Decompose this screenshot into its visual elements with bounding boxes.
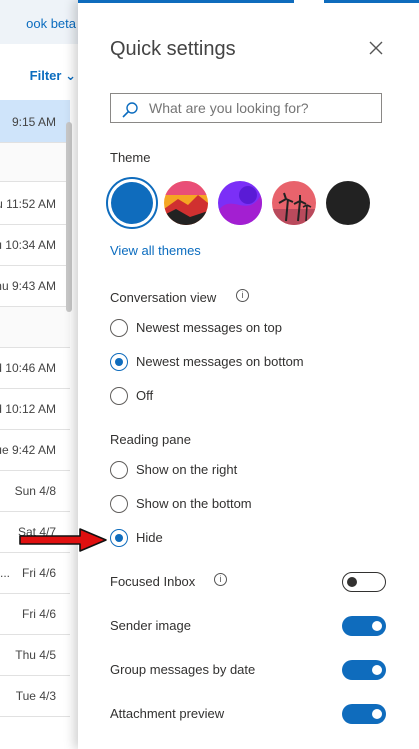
radio-label: Show on the bottom <box>136 496 252 511</box>
list-item[interactable]: Fri 4/6 <box>0 594 70 635</box>
close-button[interactable] <box>366 38 386 58</box>
radio-label: Hide <box>136 530 163 545</box>
sender-image-label: Sender image <box>110 618 191 633</box>
message-time: Fri 4/6 <box>21 607 56 621</box>
list-item[interactable]: Tue 4/3 <box>0 676 70 717</box>
focused-inbox-toggle[interactable] <box>342 572 386 592</box>
message-time: ue 9:42 AM <box>0 443 56 457</box>
message-time: u 10:34 AM <box>0 238 56 252</box>
message-time: Thu 4/5 <box>15 648 56 662</box>
group-header <box>0 143 70 182</box>
info-icon[interactable]: i <box>236 289 249 302</box>
theme-dark[interactable] <box>326 181 370 225</box>
top-accent-line <box>78 0 419 3</box>
search-icon <box>122 102 138 118</box>
radio-circle[interactable] <box>110 387 128 405</box>
group-by-date-label: Group messages by date <box>110 662 256 677</box>
reading-pane-heading: Reading pane <box>110 432 191 447</box>
message-time: Fri 4/6 <box>21 566 56 580</box>
message-time: d 10:12 AM <box>0 402 56 416</box>
list-item[interactable]: ue 9:42 AM <box>0 430 70 471</box>
view-all-themes-link[interactable]: View all themes <box>110 243 201 258</box>
top-accent-gap <box>294 0 324 3</box>
message-sender: ... <box>0 566 11 580</box>
list-item[interactable]: d 10:46 AM <box>0 348 70 389</box>
theme-purple-abstract[interactable] <box>218 181 262 225</box>
radio-label: Newest messages on top <box>136 320 282 335</box>
theme-palm-trees[interactable] <box>272 181 316 225</box>
attachment-preview-toggle[interactable] <box>342 704 386 724</box>
sender-image-toggle[interactable] <box>342 616 386 636</box>
close-icon <box>369 41 383 55</box>
radio-circle[interactable] <box>110 495 128 513</box>
list-item[interactable]: d 10:12 AM <box>0 389 70 430</box>
theme-blue[interactable] <box>106 177 158 229</box>
message-list: ook beta Filter ⌄ 9:15 AM u 11:52 AM u 1… <box>0 0 78 749</box>
settings-search[interactable] <box>110 93 382 123</box>
message-time: Tue 4/3 <box>15 689 56 703</box>
panel-title: Quick settings <box>110 38 236 60</box>
radio-circle-selected[interactable] <box>110 353 128 371</box>
theme-heading: Theme <box>110 150 151 165</box>
info-icon[interactable]: i <box>214 573 227 586</box>
list-item[interactable]: u 10:34 AM <box>0 225 70 266</box>
chevron-down-icon: ⌄ <box>65 68 76 83</box>
message-time: hu 9:43 AM <box>0 279 56 293</box>
app-title: ook beta <box>26 16 76 31</box>
list-item[interactable]: u 11:52 AM <box>0 182 70 225</box>
conversation-view-heading: Conversation view <box>110 290 216 305</box>
message-time: 9:15 AM <box>11 115 56 129</box>
radio-circle-selected[interactable] <box>110 529 128 547</box>
radio-label: Newest messages on bottom <box>136 354 304 369</box>
message-time: d 10:46 AM <box>0 361 56 375</box>
group-header <box>0 307 70 348</box>
filter-button[interactable]: Filter ⌄ <box>30 68 76 84</box>
radio-circle[interactable] <box>110 319 128 337</box>
list-item[interactable]: Sun 4/8 <box>0 471 70 512</box>
group-by-date-toggle[interactable] <box>342 660 386 680</box>
app-title-bar: ook beta <box>0 0 78 44</box>
scrollbar[interactable] <box>66 122 72 312</box>
search-input[interactable] <box>149 98 369 118</box>
list-item[interactable]: 9:15 AM <box>0 100 70 143</box>
message-time: u 11:52 AM <box>0 197 56 211</box>
attachment-preview-label: Attachment preview <box>110 706 225 721</box>
list-item[interactable]: Thu 4/5 <box>0 635 70 676</box>
theme-sunset-mountain[interactable] <box>164 181 208 225</box>
list-item[interactable]: ... Fri 4/6 <box>0 553 70 594</box>
radio-label: Show on the right <box>136 462 238 477</box>
annotation-arrow <box>19 528 107 552</box>
radio-label: Off <box>136 388 154 403</box>
radio-circle[interactable] <box>110 461 128 479</box>
filter-label: Filter <box>29 68 62 83</box>
quick-settings-panel: Quick settings Theme View all themes Con… <box>78 0 419 749</box>
conversation-view-label: Conversation view <box>110 290 217 305</box>
list-item[interactable]: hu 9:43 AM <box>0 266 70 307</box>
focused-inbox-label: Focused Inbox <box>110 574 196 589</box>
message-time: Sun 4/8 <box>14 484 56 498</box>
